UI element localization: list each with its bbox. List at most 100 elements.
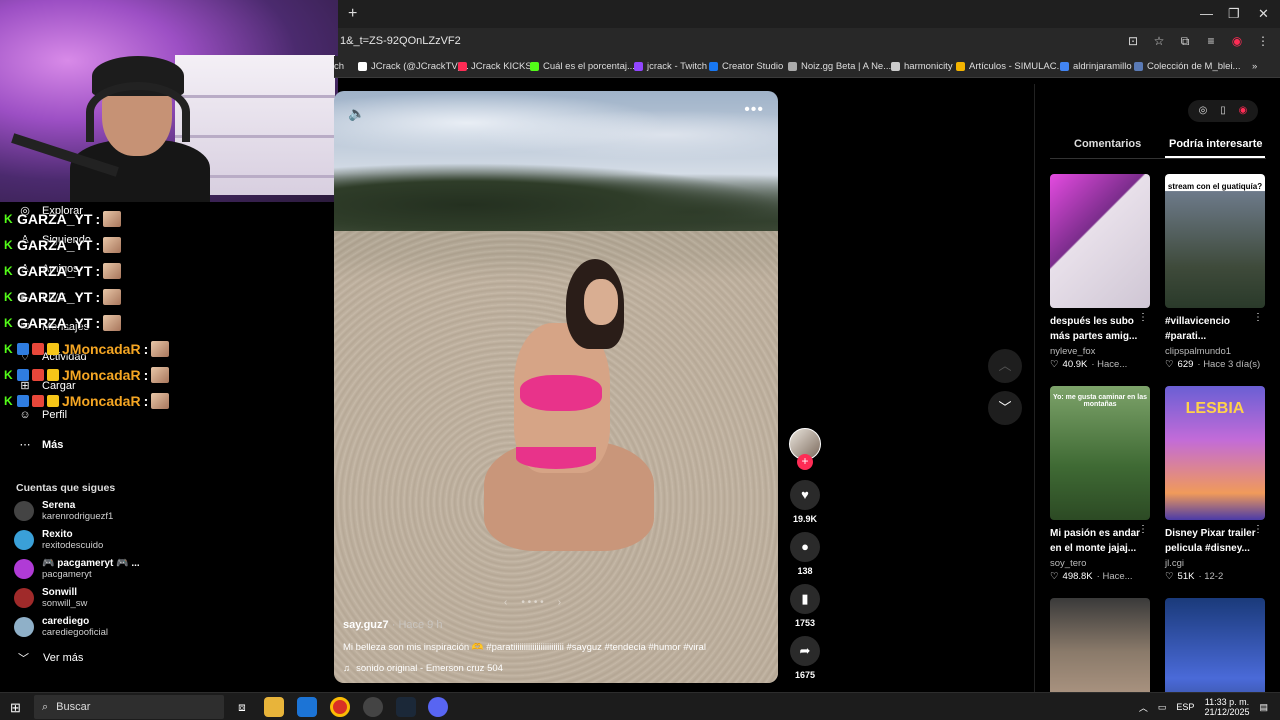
video-thumbnail[interactable]: stream con el guatiquía?	[1165, 174, 1265, 308]
heart-icon: ♡	[1050, 359, 1059, 370]
close-icon[interactable]: ✕	[1258, 6, 1269, 22]
suggested-video-card[interactable]: Yo: me gusta caminar en las montañas Mi p…	[1050, 386, 1152, 583]
video-author[interactable]: say.guz7 · Hace 9 h	[343, 619, 442, 631]
video-thumbnail[interactable]	[1050, 174, 1150, 308]
tab-comments[interactable]: Comentarios	[1074, 138, 1141, 150]
comment-action[interactable]: ● 138	[786, 532, 824, 576]
card-more-icon[interactable]: ⋮	[1253, 312, 1263, 323]
prev-photo-icon[interactable]: ‹	[504, 597, 507, 608]
discord-icon[interactable]	[428, 697, 448, 717]
task-view-icon[interactable]: ⧈	[232, 697, 252, 717]
steam-icon[interactable]	[396, 697, 416, 717]
bookmark-item[interactable]: Creator Studio	[709, 61, 783, 72]
bookmark-item[interactable]: Noiz.gg Beta | A Ne...	[788, 61, 891, 72]
file-explorer-icon[interactable]	[264, 697, 284, 717]
save-action[interactable]: ▮ 1753	[786, 584, 824, 628]
see-more-button[interactable]: ﹀ Ver más	[18, 650, 83, 666]
bookmark-item[interactable]: aldrinjaramillo	[1060, 61, 1132, 72]
language-indicator[interactable]: ESP	[1176, 702, 1194, 712]
suggested-video-card[interactable]: stream con el guatiquía? #villavicencio #…	[1165, 174, 1267, 371]
phone-icon[interactable]: ▯	[1216, 104, 1230, 118]
address-icons: ⊡ ☆ ⧉ ≡ ◉ ⋮	[1126, 34, 1270, 48]
more-bookmarks-icon[interactable]: »	[1252, 61, 1257, 72]
card-title[interactable]: Disney Pixar trailer pelicula #disney...	[1165, 526, 1261, 556]
next-photo-icon[interactable]: ›	[558, 597, 561, 608]
sidebar-item-more[interactable]: ⋯ Más	[18, 438, 64, 452]
chat-separator: :	[95, 263, 101, 279]
tab-suggested[interactable]: Podría interesarte	[1169, 138, 1263, 150]
card-title[interactable]: #villavicencio #parati...	[1165, 314, 1261, 344]
share-action[interactable]: ➦ 1675	[786, 636, 824, 680]
following-account[interactable]: Serena karenrodriguezf1	[14, 500, 113, 522]
bookmark-item[interactable]: JCrack (@JCrackTV)...	[358, 61, 469, 72]
following-account[interactable]: carediego carediegooficial	[14, 616, 108, 638]
media-control-icon[interactable]: ≡	[1204, 34, 1218, 48]
like-action[interactable]: ♥ 19.9K	[786, 480, 824, 524]
following-account[interactable]: 🎮 pacgameryt 🎮 ... pacgameryt	[14, 558, 140, 580]
video-thumbnail[interactable]: LESBIA	[1165, 386, 1265, 520]
profile-icon[interactable]: ◉	[1230, 34, 1244, 48]
photo-pager[interactable]: ‹ • • • • ›	[504, 597, 561, 608]
chat-emote	[103, 237, 122, 253]
card-title[interactable]: Mi pasión es andar en el monte jajaj...	[1050, 526, 1146, 556]
bookmark-item[interactable]: jcrack - Twitch	[634, 61, 707, 72]
card-author[interactable]: clipspalmundo1	[1165, 345, 1267, 358]
chat-username: JMoncadaR	[62, 341, 141, 357]
extensions-icon[interactable]: ⧉	[1178, 34, 1192, 48]
more-options-icon[interactable]: •••	[744, 101, 764, 119]
video-player[interactable]: 🔈 ••• ‹ • • • • › say.guz7 · Hace 9 h Mi…	[334, 91, 778, 683]
notification-icon[interactable]: ▤	[1259, 702, 1268, 713]
card-more-icon[interactable]: ⋮	[1253, 524, 1263, 535]
card-author[interactable]: soy_tero	[1050, 557, 1152, 570]
bookmark-star-icon[interactable]: ☆	[1152, 34, 1166, 48]
minimize-icon[interactable]: —	[1200, 6, 1213, 21]
bookmark-item[interactable]: ch	[334, 61, 344, 72]
bookmark-item[interactable]: Cuál es el porcentaj...	[530, 61, 635, 72]
card-more-icon[interactable]: ⋮	[1138, 524, 1148, 535]
following-account[interactable]: Rexito rexitodescuido	[14, 529, 103, 551]
network-icon[interactable]: ▭	[1158, 702, 1167, 713]
suggested-video-card[interactable]: LESBIA Disney Pixar trailer pelicula #dis…	[1165, 386, 1267, 583]
tray-chevron-icon[interactable]: ︿	[1139, 701, 1148, 714]
bookmark-favicon-icon	[634, 62, 643, 71]
chrome-icon[interactable]	[330, 697, 350, 717]
taskbar-search[interactable]: ⌕ Buscar	[34, 695, 224, 719]
comment-icon[interactable]: ●	[790, 532, 820, 562]
outlook-icon[interactable]	[297, 697, 317, 717]
kick-logo-icon: K	[4, 290, 13, 304]
next-video-icon[interactable]: ﹀	[988, 391, 1022, 425]
url-field[interactable]: 1&_t=ZS-92QOnLZzVF2	[340, 35, 461, 47]
clock[interactable]: 11:33 p. m. 21/12/2025	[1204, 697, 1249, 717]
account-username: sonwill_sw	[42, 598, 88, 609]
card-author[interactable]: nyleve_fox	[1050, 345, 1152, 358]
compass-icon[interactable]: ◎	[1196, 104, 1210, 118]
video-sound[interactable]: ♫ sonido original - Emerson cruz 504	[343, 663, 503, 674]
install-app-icon[interactable]: ⊡	[1126, 34, 1140, 48]
bookmark-item[interactable]: JCrack KICKS	[458, 61, 532, 72]
bookmark-item[interactable]: harmonicity	[891, 61, 953, 72]
following-account[interactable]: Sonwill sonwill_sw	[14, 587, 87, 609]
chat-badge-icon	[47, 395, 59, 407]
share-icon[interactable]: ➦	[790, 636, 820, 666]
previous-video-icon[interactable]: ︿	[988, 349, 1022, 383]
new-tab-button[interactable]: +	[348, 5, 357, 23]
volume-icon[interactable]: 🔈	[348, 105, 365, 122]
heart-icon[interactable]: ♥	[790, 480, 820, 510]
bookmark-item[interactable]: Colección de M_blei...	[1134, 61, 1240, 72]
card-author[interactable]: jl.cgi	[1165, 557, 1267, 570]
bookmark-icon[interactable]: ▮	[790, 584, 820, 614]
chat-badge-icon	[17, 343, 29, 355]
obs-icon[interactable]	[363, 697, 383, 717]
bookmark-item[interactable]: Artículos - SIMULAC...	[956, 61, 1065, 72]
user-avatar-icon[interactable]: ◉	[1236, 104, 1250, 118]
video-thumbnail[interactable]: Yo: me gusta caminar en las montañas	[1050, 386, 1150, 520]
restore-icon[interactable]: ❐	[1228, 6, 1240, 22]
menu-icon[interactable]: ⋮	[1256, 34, 1270, 48]
following-section-title: Cuentas que sigues	[16, 482, 116, 494]
card-more-icon[interactable]: ⋮	[1138, 312, 1148, 323]
follow-plus-icon[interactable]: +	[797, 454, 813, 470]
card-title[interactable]: después les subo más partes amig...	[1050, 314, 1146, 344]
thumbnail-caption: stream con el guatiquía?	[1165, 182, 1265, 191]
suggested-video-card[interactable]: después les subo más partes amig... ⋮ nyle…	[1050, 174, 1152, 371]
windows-start-icon[interactable]: ⊞	[10, 700, 21, 716]
